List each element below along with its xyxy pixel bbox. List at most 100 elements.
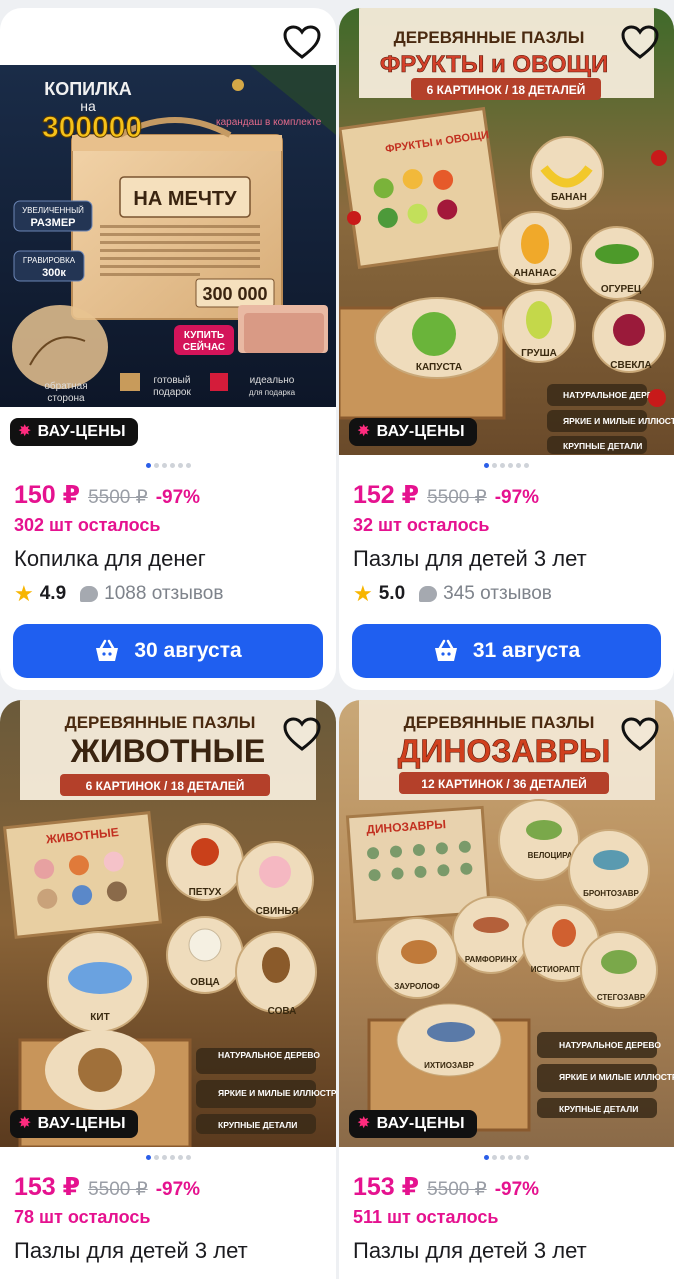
piece-label: ПЕТУХ	[189, 887, 222, 898]
discount: -97%	[155, 1179, 201, 1200]
ideal-text-2: для подарка	[249, 388, 296, 397]
rating-row: ★ 4.9 1088 отзывов	[14, 581, 223, 607]
current-price: 152 ₽	[353, 481, 420, 509]
product-image[interactable]: ДЕРЕВЯННЫЕ ПАЗЛЫ ФРУКТЫ и ОВОЩИ 6 КАРТИН…	[339, 8, 674, 455]
piece-label: АНАНАС	[513, 268, 556, 279]
count-text: 12 КАРТИНОК / 36 ДЕТАЛЕЙ	[421, 776, 586, 791]
wow-price-badge: ✸ ВАУ-ЦЕНЫ	[10, 1110, 138, 1138]
image-carousel-dots	[339, 463, 674, 468]
old-price: 5500 ₽	[427, 487, 487, 508]
comment-icon	[419, 586, 438, 602]
stock-left: 302 шт осталось	[14, 515, 161, 535]
piece-label: СТЕГОЗАВР	[597, 993, 646, 1002]
tag-size-text-1: УВЕЛИЧЕННЫЙ	[22, 206, 84, 215]
tag-size-text-2: РАЗМЕР	[30, 217, 75, 229]
discount: -97%	[494, 487, 540, 508]
old-price: 5500 ₽	[427, 1179, 487, 1200]
piece-label: КАПУСТА	[416, 362, 462, 373]
sparkle-icon: ✸	[18, 423, 32, 440]
piece-label: ОГУРЕЦ	[601, 284, 642, 295]
reviews-count[interactable]: 1088 отзывов	[104, 583, 223, 605]
piece-label: СВИНЬЯ	[256, 906, 299, 917]
sparkle-icon: ✸	[357, 1115, 371, 1132]
price-row: 153 ₽ 5500 ₽ -97%	[14, 1172, 200, 1202]
dinosaurs-puzzle-image: ДЕРЕВЯННЫЕ ПАЗЛЫ ДИНОЗАВРЫ 12 КАРТИНОК /…	[339, 700, 674, 1147]
product-card[interactable]: ДЕРЕВЯННЫЕ ПАЗЛЫ ФРУКТЫ и ОВОЩИ 6 КАРТИН…	[339, 8, 674, 690]
delivery-date: 30 августа	[134, 639, 242, 662]
piece-label: РАМФОРИНХ	[465, 955, 518, 964]
reviews-count[interactable]: 345 отзывов	[443, 583, 552, 605]
product-image[interactable]: НА МЕЧТУ 300 000 КОПИЛКА на 300000 каран…	[0, 65, 336, 407]
old-price: 5500 ₽	[88, 487, 148, 508]
badge-label: ВАУ-ЦЕНЫ	[376, 423, 465, 440]
current-price: 150 ₽	[14, 481, 81, 509]
product-card[interactable]: ДЕРЕВЯННЫЕ ПАЗЛЫ ДИНОЗАВРЫ 12 КАРТИНОК /…	[339, 700, 674, 1279]
comment-icon	[80, 586, 99, 602]
product-title[interactable]: Пазлы для детей 3 лет	[353, 1238, 587, 1264]
favorite-heart-icon[interactable]	[620, 24, 660, 60]
current-price: 153 ₽	[14, 1173, 81, 1201]
product-title[interactable]: Копилка для денег	[14, 546, 206, 572]
image-carousel-dots	[339, 1155, 674, 1160]
header-text-2: ЖИВОТНЫЕ	[70, 733, 265, 769]
image-carousel-dots	[0, 1155, 336, 1160]
back-side-text-2: сторона	[47, 393, 85, 404]
stock-left: 511 шт осталось	[353, 1207, 499, 1227]
basket-icon	[96, 639, 119, 661]
piggy-bank-box-image: НА МЕЧТУ 300 000 КОПИЛКА на 300000 каран…	[0, 65, 336, 407]
price-row: 150 ₽ 5500 ₽ -97%	[14, 480, 200, 510]
image-title-text: КОПИЛКА	[44, 79, 131, 99]
badge-label: ВАУ-ЦЕНЫ	[37, 1115, 126, 1132]
favorite-heart-icon[interactable]	[282, 716, 322, 752]
add-to-cart-button[interactable]: 30 августа	[13, 624, 323, 678]
pencil-note-text: карандаш в комплекте	[216, 117, 322, 128]
add-to-cart-button[interactable]: 31 августа	[352, 624, 661, 678]
delivery-date: 31 августа	[472, 639, 581, 662]
count-text: 6 КАРТИНОК / 18 ДЕТАЛЕЙ	[86, 778, 245, 793]
price-row: 152 ₽ 5500 ₽ -97%	[353, 480, 539, 510]
badge-label: ВАУ-ЦЕНЫ	[376, 1115, 465, 1132]
feature-text: ЯРКИЕ И МИЛЫЕ ИЛЛЮСТРАЦИИ	[563, 416, 674, 426]
count-text: 6 КАРТИНОК / 18 ДЕТАЛЕЙ	[427, 82, 586, 97]
discount: -97%	[155, 487, 201, 508]
wow-price-badge: ✸ ВАУ-ЦЕНЫ	[349, 418, 477, 446]
sparkle-icon: ✸	[357, 423, 371, 440]
gift-text-2: подарок	[153, 387, 191, 398]
wow-price-badge: ✸ ВАУ-ЦЕНЫ	[349, 1110, 477, 1138]
rating-row: ★ 5.0 345 отзывов	[353, 581, 552, 607]
product-card[interactable]: ДЕРЕВЯННЫЕ ПАЗЛЫ ЖИВОТНЫЕ 6 КАРТИНОК / 1…	[0, 700, 336, 1279]
fruits-puzzle-image: ДЕРЕВЯННЫЕ ПАЗЛЫ ФРУКТЫ и ОВОЩИ 6 КАРТИН…	[339, 8, 674, 455]
header-text-1: ДЕРЕВЯННЫЕ ПАЗЛЫ	[394, 28, 585, 47]
piece-label: БАНАН	[551, 192, 587, 203]
rating-value: 5.0	[378, 583, 406, 604]
feature-text: КРУПНЫЕ ДЕТАЛИ	[563, 441, 642, 451]
feature-text: КРУПНЫЕ ДЕТАЛИ	[218, 1120, 297, 1130]
favorite-heart-icon[interactable]	[620, 716, 660, 752]
piece-label: БРОНТОЗАВР	[583, 889, 639, 898]
price-row: 153 ₽ 5500 ₽ -97%	[353, 1172, 539, 1202]
product-card[interactable]: НА МЕЧТУ 300 000 КОПИЛКА на 300000 каран…	[0, 8, 336, 690]
piece-label: КИТ	[90, 1012, 109, 1023]
product-title[interactable]: Пазлы для детей 3 лет	[353, 546, 587, 572]
stock-left: 32 шт осталось	[353, 515, 490, 535]
stock-left: 78 шт осталось	[14, 1207, 151, 1227]
product-image[interactable]: ДЕРЕВЯННЫЕ ПАЗЛЫ ЖИВОТНЫЕ 6 КАРТИНОК / 1…	[0, 700, 336, 1147]
animals-puzzle-image: ДЕРЕВЯННЫЕ ПАЗЛЫ ЖИВОТНЫЕ 6 КАРТИНОК / 1…	[0, 700, 336, 1147]
header-text-2: ФРУКТЫ и ОВОЩИ	[380, 51, 608, 78]
cta-text-2: СЕЙЧАС	[183, 340, 225, 353]
feature-text: НАТУРАЛЬНОЕ ДЕРЕВО	[559, 1040, 661, 1050]
back-side-text-1: обратная	[44, 380, 87, 392]
current-price: 153 ₽	[353, 1173, 420, 1201]
tag-engrave-text-1: ГРАВИРОВКА	[23, 256, 76, 265]
favorite-heart-icon[interactable]	[282, 24, 322, 60]
header-text-1: ДЕРЕВЯННЫЕ ПАЗЛЫ	[404, 713, 595, 732]
product-title[interactable]: Пазлы для детей 3 лет	[14, 1238, 248, 1264]
product-image[interactable]: ДЕРЕВЯННЫЕ ПАЗЛЫ ДИНОЗАВРЫ 12 КАРТИНОК /…	[339, 700, 674, 1147]
sign-text: НА МЕЧТУ	[133, 188, 237, 210]
wow-price-badge: ✸ ВАУ-ЦЕНЫ	[10, 418, 138, 446]
discount: -97%	[494, 1179, 540, 1200]
image-carousel-dots	[0, 463, 336, 468]
header-text-2: ДИНОЗАВРЫ	[398, 733, 611, 769]
sparkle-icon: ✸	[18, 1115, 32, 1132]
gift-text-1: готовый	[154, 375, 191, 386]
